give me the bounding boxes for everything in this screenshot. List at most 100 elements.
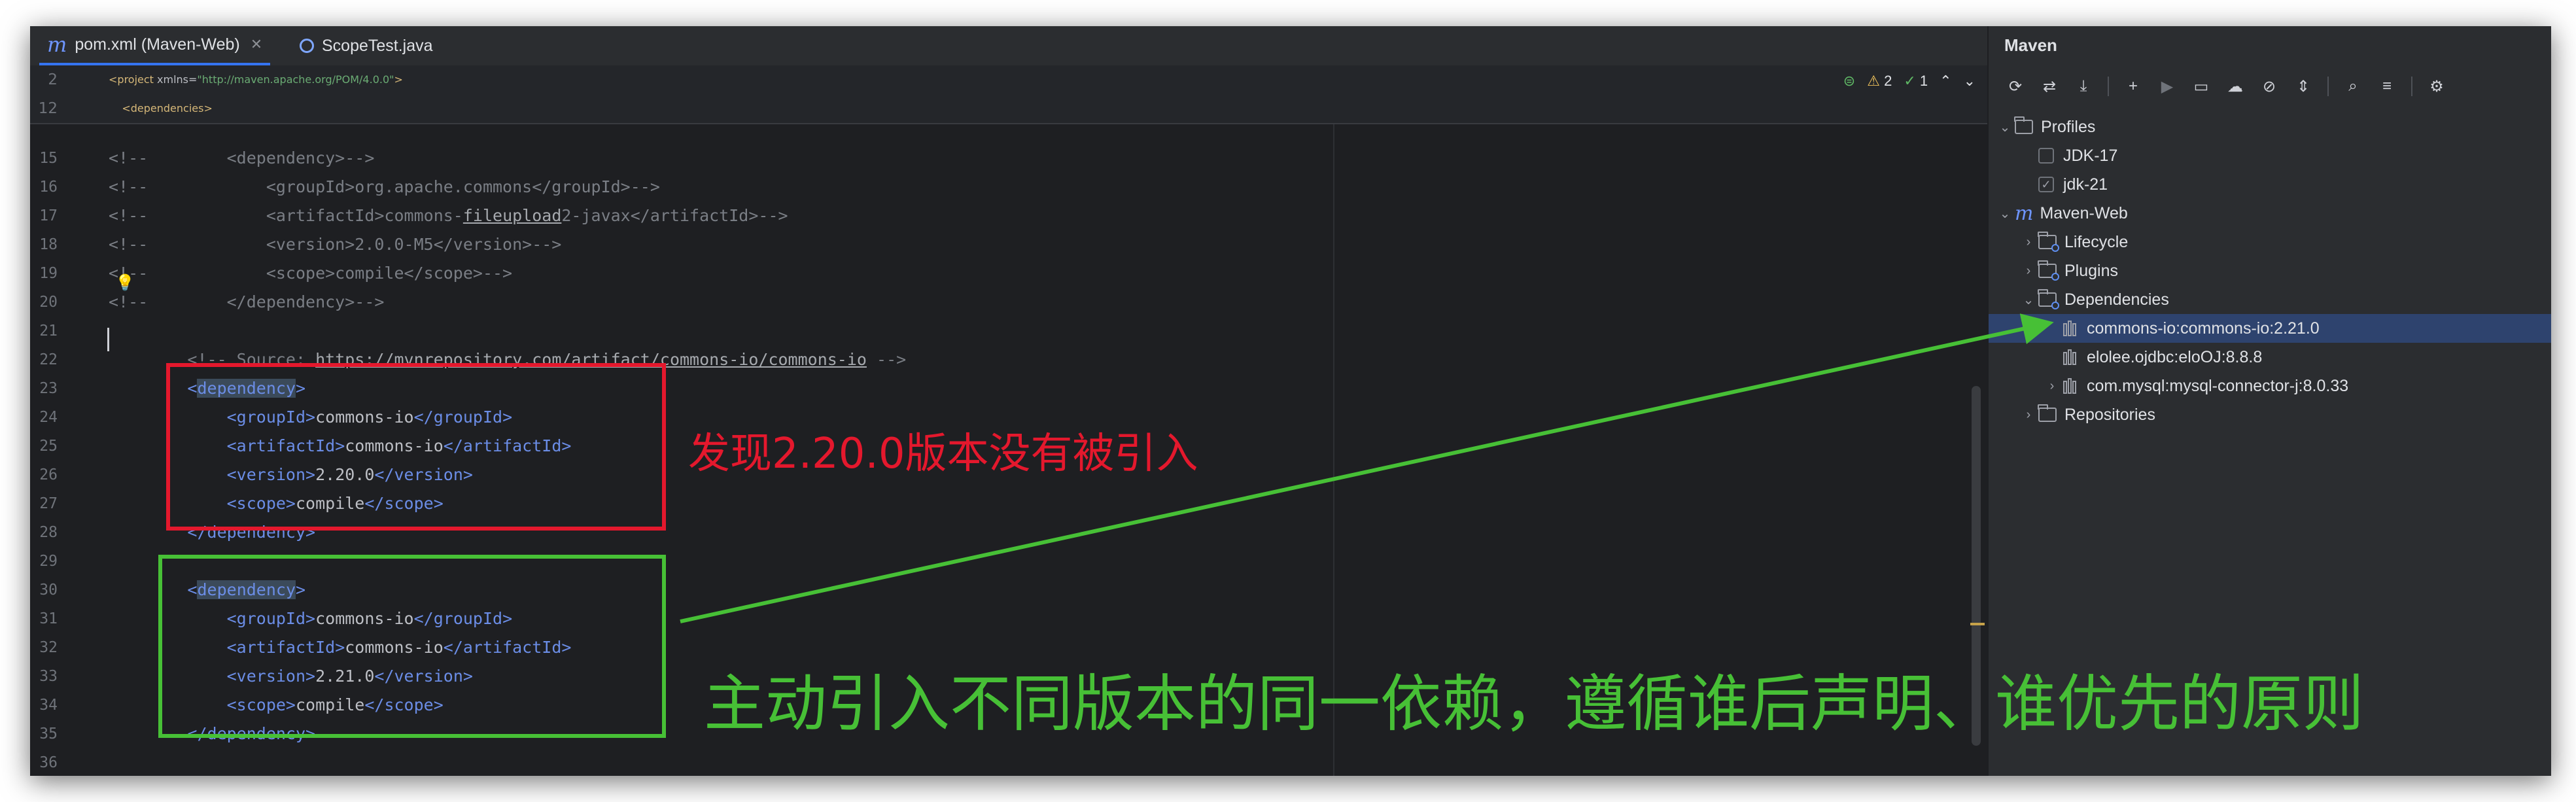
code-line[interactable]: 21 [30,317,1987,345]
folder-icon [2014,116,2033,134]
tree-item-maven-web[interactable]: ⌄ m Maven-Web [1989,199,2551,228]
code-line[interactable]: 36 [30,748,1987,776]
code-token: fileupload [462,206,562,225]
warning-icon: ⚠ [1867,73,1880,89]
ok-count-value: 1 [1919,73,1928,89]
line-number: 31 [39,610,58,627]
tree-item-com-mysql-mysql-connector-j-8-0-33[interactable]: › com.mysql:mysql-connector-j:8.0.33 [1989,372,2551,400]
text-caret [107,328,109,351]
warning-count[interactable]: ⚠ 2 [1867,73,1892,90]
reload-icon[interactable]: ⟳ [2000,72,2030,101]
close-icon[interactable]: ✕ [251,36,262,53]
tree-item-label: Lifecycle [2064,232,2129,251]
offline-icon[interactable]: ☁ [2220,72,2250,101]
folder-gear-icon [2038,260,2059,281]
library-icon [2062,349,2079,365]
sticky-lines: 2 <project xmlns="http://maven.apache.org… [30,65,1987,124]
tree-item-elolee-ojdbc-elooj-8-8-8[interactable]: elolee.ojdbc:eloOJ:8.8.8 [1989,343,2551,372]
download-icon[interactable]: ⤓ [2068,72,2098,101]
tree-item-label: Repositories [2064,405,2155,424]
code-text: <!-- <groupId>org.apache.commons</groupI… [109,173,660,201]
line-number: 26 [39,466,58,483]
library-icon [2062,378,2079,394]
code-token: <!-- <scope>compile</scope>--> [109,264,513,283]
line-number: 12 [38,100,58,117]
chevron-down-icon[interactable]: ⌄ [2019,292,2038,308]
code-line[interactable]: 17 <!-- <artifactId>commons-fileupload2-j… [30,201,1987,230]
line-number: 33 [39,668,58,685]
generate-sources-icon[interactable]: ⇄ [2034,72,2064,101]
tree-item-commons-io-commons-io-2-21-0[interactable]: commons-io:commons-io:2.21.0 [1989,314,2551,343]
chevron-down-icon[interactable]: ⌄ [1995,119,2015,135]
line-number: 28 [39,524,58,541]
chevron-right-icon[interactable]: › [2019,408,2038,423]
chevron-right-icon[interactable]: › [2042,379,2062,394]
line-number: 36 [39,754,58,771]
chevron-right-icon[interactable]: › [2019,235,2038,250]
code-line[interactable]: 19 <!-- <scope>compile</scope>--> [30,259,1987,288]
tree-item-label: jdk-21 [2063,175,2108,194]
skip-tests-icon[interactable]: ⊘ [2254,72,2284,101]
code-line[interactable]: 18 <!-- <version>2.0.0-M5</version>--> [30,230,1987,259]
run-icon[interactable]: ▶ [2152,72,2182,101]
check-icon: ✓ [1904,73,1916,89]
chevron-up-icon[interactable]: ⌃ [1940,73,1951,90]
checkbox-icon[interactable] [2038,148,2054,164]
tab-scopetest-java[interactable]: ScopeTest.java [292,26,441,65]
tree-item-label: commons-io:commons-io:2.21.0 [2087,319,2320,338]
ai-assistant-icon[interactable]: ⊜ [1843,73,1855,90]
tree-item-jdk-21[interactable]: ✓ jdk-21 [1989,170,2551,199]
code-token: --> [866,350,907,369]
settings-icon[interactable]: ⚙ [2422,72,2452,101]
line-number: 17 [39,207,58,224]
code-text: <!-- </dependency>--> [109,288,384,317]
folder-gear-icon [2038,232,2059,252]
code-text: <project xmlns="http://maven.apache.org/… [109,65,403,94]
show-diagram-icon[interactable]: ≡ [2372,72,2402,101]
code-line[interactable]: 20 <!-- </dependency>--> [30,288,1987,317]
tab-pom-xml[interactable]: m pom.xml (Maven-Web) ✕ [39,26,271,65]
analyze-icon[interactable]: ⌕ [2338,72,2368,101]
tree-item-plugins[interactable]: › Plugins [1989,256,2551,285]
checkbox-icon[interactable]: ✓ [2038,177,2054,192]
collapse-icon[interactable]: ⇕ [2288,72,2318,101]
sticky-line[interactable]: 12 <dependencies> [30,94,1987,123]
toolbar-separator [2411,77,2412,96]
line-number: 19 [39,265,58,282]
tree-item-dependencies[interactable]: ⌄ Dependencies [1989,285,2551,314]
code-line[interactable]: 16 <!-- <groupId>org.apache.commons</grou… [30,173,1987,201]
inspection-widget[interactable]: ⊜ ⚠ 2 ✓ 1 ⌃ ⌄ [1843,67,1976,96]
sticky-line[interactable]: 2 <project xmlns="http://maven.apache.org… [30,65,1987,94]
tree-item-label: JDK-17 [2063,146,2118,165]
tree-item-profiles[interactable]: ⌄ Profiles [1989,113,2551,141]
chevron-right-icon[interactable]: › [2019,264,2038,279]
line-number: 2 [48,71,58,88]
line-number: 25 [39,438,58,455]
chevron-down-icon[interactable]: ⌄ [1964,73,1976,90]
code-token: <!-- </dependency>--> [109,292,385,311]
tree-item-lifecycle[interactable]: › Lifecycle [1989,228,2551,256]
execute-goal-icon[interactable]: ▭ [2186,72,2216,101]
tree-item-label: com.mysql:mysql-connector-j:8.0.33 [2087,376,2349,395]
code-line[interactable]: 15 <!-- <dependency>--> [30,144,1987,173]
tree-item-jdk-17[interactable]: JDK-17 [1989,141,2551,170]
tree-item-label: Maven-Web [2040,203,2128,222]
line-number: 32 [39,639,58,656]
line-number: 35 [39,725,58,742]
code-token: <dependencies> [122,102,213,114]
code-token: <project [109,73,158,86]
tree-item-repositories[interactable]: › Repositories [1989,400,2551,429]
editor-tab-bar: m pom.xml (Maven-Web) ✕ ScopeTest.java [30,26,1987,67]
chevron-down-icon[interactable]: ⌄ [1995,205,2015,222]
code-text: <!-- <scope>compile</scope>--> [109,259,512,288]
code-token: <!-- <version>2.0.0-M5</version>--> [109,235,562,254]
line-number: 20 [39,294,58,311]
ok-count[interactable]: ✓ 1 [1904,73,1928,90]
red-highlight-box [166,363,666,531]
tree-item-label: Dependencies [2064,290,2169,309]
toolbar-separator [2108,77,2109,96]
lightbulb-icon[interactable]: 💡 [115,273,135,292]
line-number: 23 [39,380,58,397]
add-icon[interactable]: + [2118,72,2148,101]
